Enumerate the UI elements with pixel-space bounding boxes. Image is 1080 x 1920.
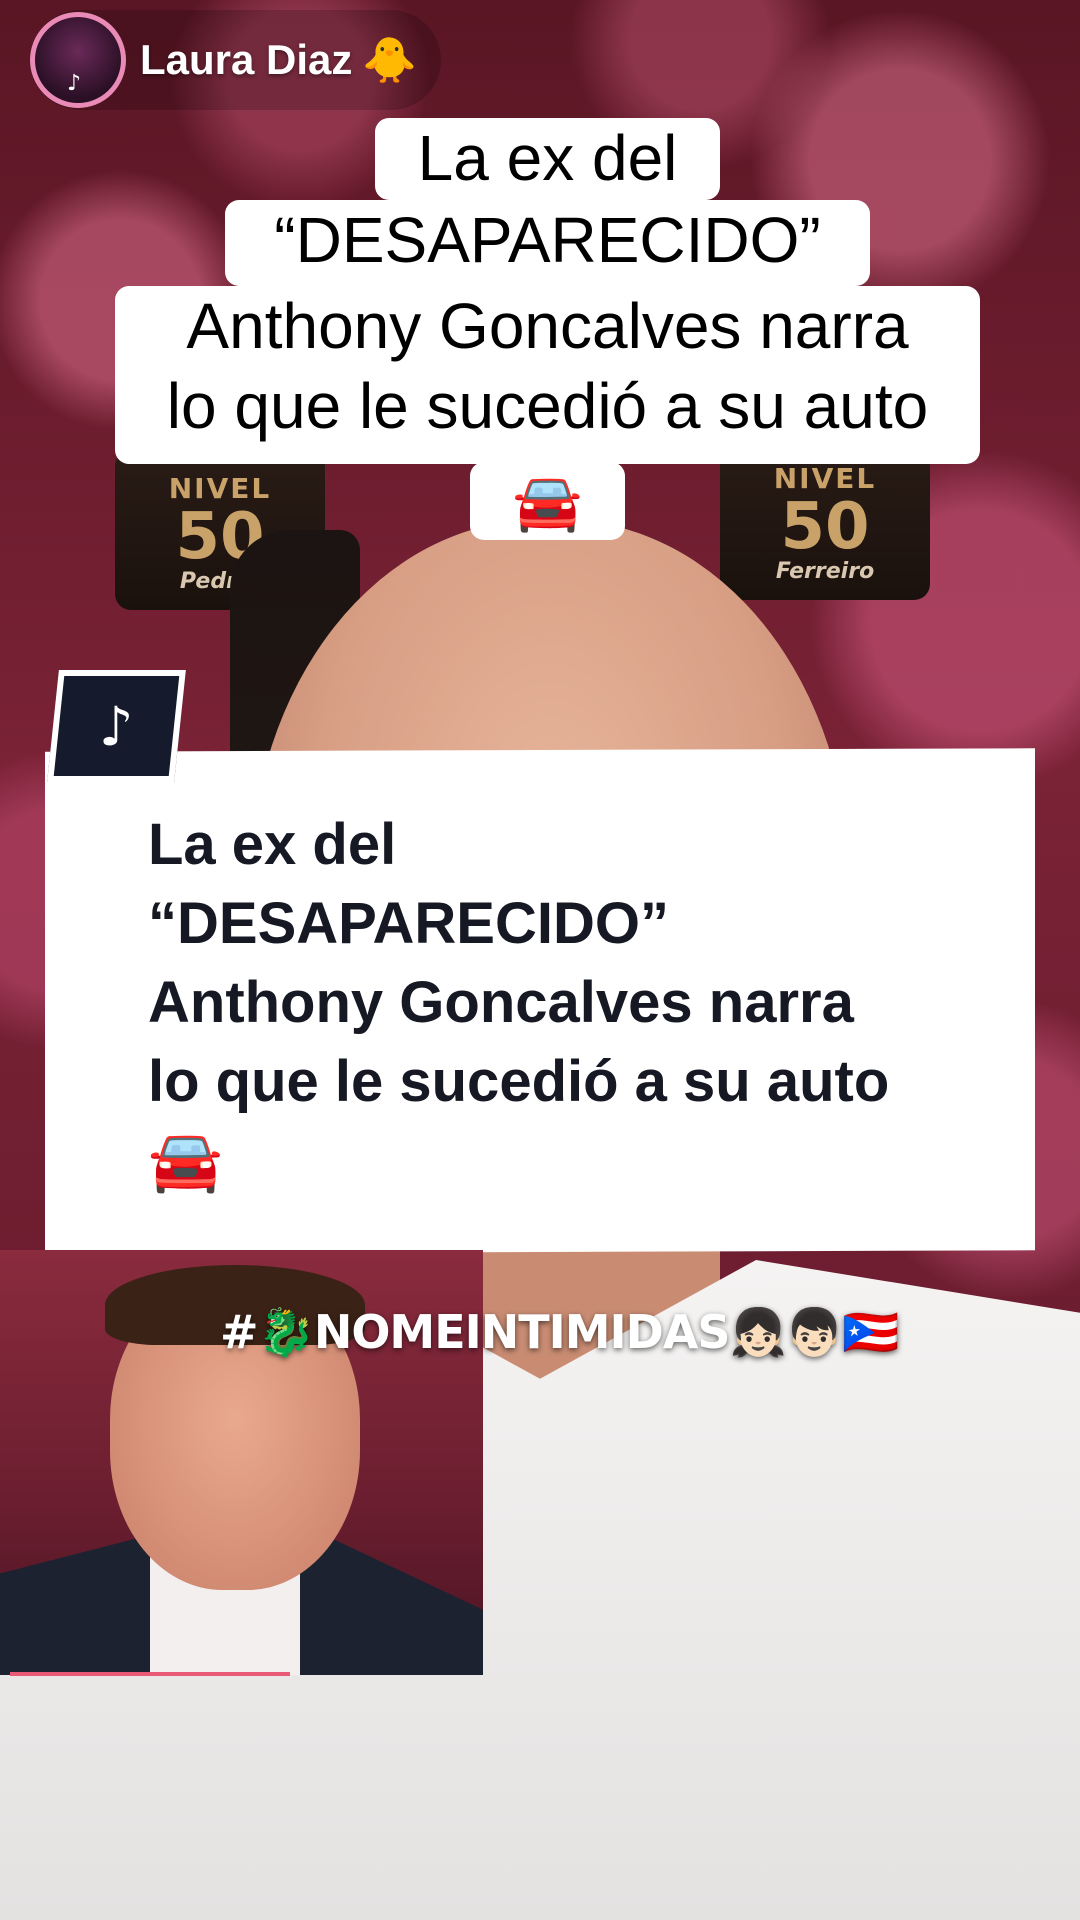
card-line-1: La ex del — [148, 812, 397, 877]
badge-number: 50 — [780, 490, 870, 564]
caption-line-2: “DESAPARECIDO” — [225, 200, 870, 286]
avatar[interactable]: ♪ — [30, 12, 126, 108]
caption-line-3: Anthony Goncalves narra lo que le sucedi… — [115, 286, 980, 464]
hashtag-text[interactable]: #🐉NOMEINTIMIDAS👧🏻👦🏻🇵🇷 — [220, 1305, 899, 1360]
caption-car-emoji: 🚘 — [470, 462, 625, 540]
card-caption: La ex del “DESAPARECIDO” Anthony Goncalv… — [148, 805, 1008, 1121]
tiktok-note-glyph: ♪ — [99, 694, 134, 758]
caption-line-3a: Anthony Goncalves narra — [186, 290, 909, 362]
card-car-emoji: 🚘 — [148, 1126, 223, 1196]
caption-line-1: La ex del — [375, 118, 720, 200]
badge-name: Ferreiro — [775, 559, 875, 584]
card-line-4: lo que le sucedió a su auto — [148, 1049, 890, 1114]
chick-emoji: 🐥 — [362, 35, 418, 86]
card-line-2: “DESAPARECIDO” — [148, 891, 669, 956]
tiktok-logo-icon: ♪ — [47, 670, 186, 782]
inset-progress-bar — [10, 1672, 290, 1676]
level-badge-right: NIVEL 50 Ferreiro — [720, 440, 930, 600]
card-line-3: Anthony Goncalves narra — [148, 970, 854, 1035]
tiktok-small-icon: ♪ — [67, 71, 82, 96]
creator-name[interactable]: Laura Diaz — [140, 36, 352, 84]
caption-line-3b: lo que le sucedió a su auto — [166, 370, 929, 442]
creator-profile[interactable]: ♪ Laura Diaz 🐥 — [30, 10, 442, 110]
